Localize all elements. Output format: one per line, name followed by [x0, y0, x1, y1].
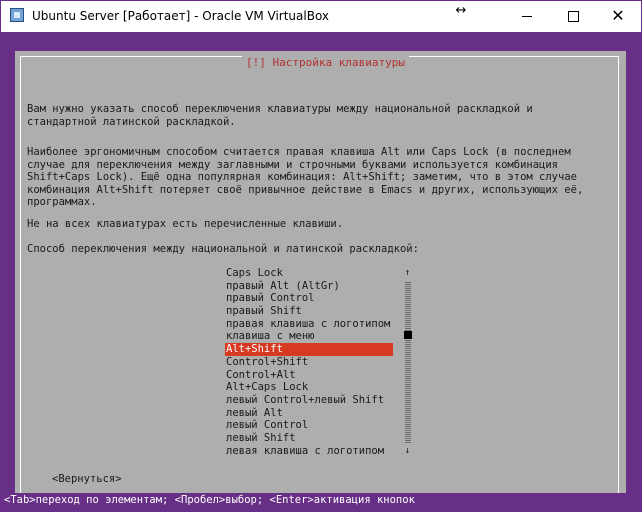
- scroll-down-arrow-icon[interactable]: ↓: [403, 445, 412, 457]
- minimize-button[interactable]: [504, 1, 550, 31]
- list-item-alt-caps-lock[interactable]: Alt+Caps Lock: [225, 381, 393, 394]
- close-icon: ✕: [611, 6, 625, 25]
- close-button[interactable]: ✕: [595, 1, 641, 31]
- list-item-right-alt[interactable]: правый Alt (AltGr): [225, 280, 393, 293]
- keyboard-config-dialog: [!] Настройка клавиатуры Вам нужно указа…: [15, 51, 626, 503]
- scroll-up-arrow-icon[interactable]: ↑: [403, 267, 412, 279]
- list-item-alt-shift[interactable]: Alt+Shift: [225, 343, 393, 356]
- list-item-right-control[interactable]: правый Control: [225, 292, 393, 305]
- vm-screen[interactable]: [!] Настройка клавиатуры Вам нужно указа…: [1, 32, 641, 503]
- scroll-track[interactable]: [405, 281, 411, 443]
- ergonomic-paragraph: Наиболее эргономичным способом считается…: [27, 146, 584, 208]
- list-scrollbar[interactable]: ↑ ↓: [403, 267, 412, 457]
- virtualbox-icon: [10, 8, 24, 22]
- list-item-right-shift[interactable]: правый Shift: [225, 305, 393, 318]
- list-item-left-control[interactable]: левый Control: [225, 419, 393, 432]
- note-paragraph: Не на всех клавиатурах есть перечисленны…: [27, 218, 344, 230]
- minimize-icon: [522, 15, 532, 17]
- window-title: Ubuntu Server [Работает] - Oracle VM Vir…: [32, 9, 330, 23]
- intro-paragraph: Вам нужно указать способ переключения кл…: [27, 103, 533, 128]
- list-item-left-shift[interactable]: левый Shift: [225, 432, 393, 445]
- list-item-control-shift[interactable]: Control+Shift: [225, 356, 393, 369]
- list-item-left-logo-key[interactable]: левая клавиша с логотипом: [225, 445, 393, 458]
- list-item-control-alt[interactable]: Control+Alt: [225, 369, 393, 382]
- maximize-icon: [567, 10, 579, 22]
- maximize-button[interactable]: [550, 1, 596, 31]
- title-bar[interactable]: Ubuntu Server [Работает] - Oracle VM Vir…: [1, 1, 641, 31]
- list-item-left-alt[interactable]: левый Alt: [225, 407, 393, 420]
- list-item-caps-lock[interactable]: Caps Lock: [225, 267, 393, 280]
- list-item-menu-key[interactable]: клавиша с меню: [225, 330, 393, 343]
- question-label: Способ переключения между национальной и…: [27, 243, 419, 255]
- virtualbox-window: Ubuntu Server [Работает] - Oracle VM Vir…: [0, 0, 642, 512]
- switch-method-list[interactable]: Caps Lock правый Alt (AltGr) правый Cont…: [225, 267, 393, 457]
- keyboard-hints-bar: <Tab>переход по элементам; <Пробел>выбор…: [1, 493, 641, 511]
- scroll-thumb[interactable]: [404, 331, 412, 339]
- resize-icon[interactable]: ↔: [452, 3, 470, 18]
- back-button[interactable]: <Вернуться>: [52, 473, 122, 485]
- dialog-title: [!] Настройка клавиатуры: [242, 56, 409, 70]
- list-item-left-control-left-shift[interactable]: левый Control+левый Shift: [225, 394, 393, 407]
- list-item-right-logo-key[interactable]: правая клавиша с логотипом: [225, 318, 393, 331]
